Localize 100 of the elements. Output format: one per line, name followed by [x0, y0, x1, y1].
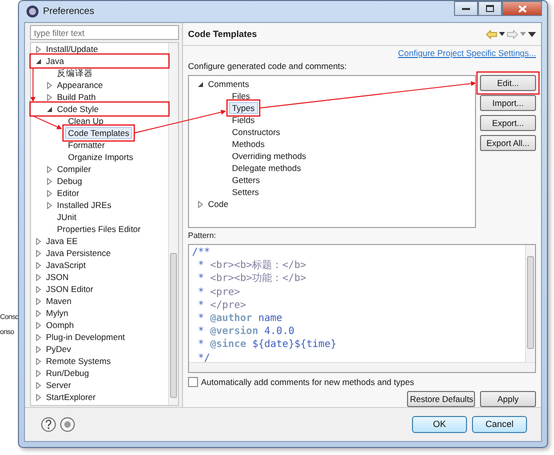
tree-item[interactable]: Mylyn	[43, 307, 72, 319]
collapsed-icon[interactable]	[34, 358, 42, 364]
tree-item[interactable]: Installed JREs	[54, 199, 114, 211]
annotation-arrow	[30, 68, 36, 102]
collapsed-icon[interactable]	[34, 382, 42, 388]
tree-item[interactable]: Install/Update	[43, 43, 101, 55]
apply-button[interactable]: Apply	[480, 391, 536, 408]
restore-defaults-button[interactable]: Restore Defaults	[407, 391, 475, 408]
tree-item[interactable]: Appearance	[54, 79, 106, 91]
tree-label: Configure generated code and comments:	[188, 61, 348, 72]
highlight-box	[476, 71, 540, 95]
maximize-icon	[486, 5, 494, 12]
tree-item[interactable]: JSON Editor	[43, 283, 96, 295]
minimize-icon	[462, 7, 470, 10]
tree-item[interactable]: Code Style	[54, 103, 102, 115]
scrollbar[interactable]	[525, 245, 535, 362]
collapsed-icon[interactable]	[46, 178, 52, 184]
pattern-editor[interactable]: /** * <br><b>标题：</b> * <br><b>功能：</b> * <pre> * </pre> * @author name * @version 4.0.0 * @since ${date}${time} */	[188, 244, 536, 373]
record-icon[interactable]	[60, 417, 75, 432]
tree-item[interactable]: Editor	[54, 187, 82, 199]
tree-item[interactable]: PyDev	[43, 343, 74, 355]
help-icon[interactable]	[41, 417, 56, 432]
tree-item[interactable]: Run/Debug	[43, 367, 92, 379]
collapsed-icon[interactable]	[34, 238, 42, 244]
action-button[interactable]: Export...	[480, 115, 536, 131]
tree-item[interactable]: JSON	[43, 271, 72, 283]
tree-item[interactable]: Java EE	[43, 235, 81, 247]
tree-item[interactable]: Organize Imports	[65, 151, 136, 163]
tree-item[interactable]: Code	[205, 198, 232, 210]
collapsed-icon[interactable]	[46, 166, 52, 172]
pattern-label: Pattern:	[188, 230, 218, 241]
collapsed-icon[interactable]	[46, 94, 52, 100]
ok-button[interactable]: OK	[412, 416, 467, 433]
tree-item[interactable]: Setters	[229, 186, 262, 198]
collapsed-icon[interactable]	[34, 310, 42, 316]
collapsed-icon[interactable]	[34, 46, 42, 52]
code-line: /**	[192, 246, 212, 260]
collapsed-icon[interactable]	[46, 190, 52, 196]
edit-button[interactable]: Edit...	[480, 75, 536, 91]
collapsed-icon[interactable]	[34, 370, 42, 376]
code-line: * <br><b>标题：</b>	[197, 259, 308, 272]
tree-item[interactable]: Compiler	[54, 163, 94, 175]
collapsed-icon[interactable]	[34, 262, 42, 268]
tree-item[interactable]: Files	[229, 90, 253, 102]
collapsed-icon[interactable]	[34, 250, 42, 256]
expanded-icon[interactable]	[46, 106, 52, 112]
maximize-button[interactable]	[478, 1, 502, 16]
tree-item[interactable]: Java Persistence	[43, 247, 114, 259]
tree-item[interactable]: Methods	[229, 138, 268, 150]
close-button[interactable]	[502, 1, 542, 16]
tree-item[interactable]: Fields	[229, 114, 258, 126]
collapsed-icon[interactable]	[34, 298, 42, 304]
collapsed-icon[interactable]	[34, 286, 42, 292]
checkbox[interactable]	[188, 377, 198, 388]
project-settings-link[interactable]: Configure Project Specific Settings...	[398, 48, 536, 59]
tree-item[interactable]: Server	[43, 379, 74, 391]
tree-item[interactable]: Delegate methods	[229, 162, 304, 174]
app-icon	[26, 5, 39, 18]
tree-item[interactable]: Constructors	[229, 126, 284, 138]
tree-item[interactable]: Plug-in Development	[43, 331, 128, 343]
scrollbar[interactable]	[168, 43, 178, 405]
tree-item[interactable]: Formatter	[65, 139, 108, 151]
tree-item[interactable]: 反编译器	[54, 67, 96, 79]
collapsed-icon[interactable]	[196, 200, 204, 208]
tree-item[interactable]: Build Path	[54, 91, 99, 103]
filter-field[interactable]: type filter text	[30, 25, 179, 40]
cancel-button[interactable]: Cancel	[472, 416, 527, 433]
action-button[interactable]: Import...	[480, 95, 536, 111]
tree-item[interactable]: StartExplorer	[43, 391, 99, 403]
minimize-button[interactable]	[454, 1, 478, 16]
menu-icon[interactable]	[528, 32, 536, 36]
horizontal-scrollbar[interactable]	[189, 362, 535, 372]
tree-item[interactable]: JUnit	[54, 211, 80, 223]
page-title: Code Templates	[188, 28, 257, 40]
tree-item[interactable]: Properties Files Editor	[54, 223, 144, 235]
code-line: * @version 4.0.0	[197, 325, 296, 338]
tree-item[interactable]: Maven	[43, 295, 75, 307]
tree-item[interactable]: Getters	[229, 174, 263, 186]
collapsed-icon[interactable]	[46, 82, 52, 88]
collapsed-icon[interactable]	[34, 334, 42, 340]
tree-item[interactable]: Java	[43, 55, 67, 67]
collapsed-icon[interactable]	[34, 322, 42, 328]
dropdown-icon[interactable]	[499, 32, 505, 36]
action-button[interactable]: Export All...	[480, 135, 536, 151]
expanded-icon[interactable]	[34, 58, 42, 64]
tree-item[interactable]: Code Templates	[65, 127, 132, 139]
collapsed-icon[interactable]	[46, 202, 52, 208]
tree-item[interactable]: Clean Up	[65, 115, 106, 127]
tree-item[interactable]: Overriding methods	[229, 150, 310, 162]
tree-item[interactable]: JavaScript	[43, 259, 89, 271]
collapsed-icon[interactable]	[34, 394, 42, 400]
tree-item[interactable]: Remote Systems	[43, 355, 114, 367]
window-title: Preferences	[43, 6, 94, 18]
tree-item[interactable]: Comments	[205, 78, 252, 90]
tree-item[interactable]: Debug	[54, 175, 86, 187]
expanded-icon[interactable]	[196, 80, 204, 88]
tree-item[interactable]: Types	[229, 102, 258, 114]
collapsed-icon[interactable]	[34, 346, 42, 352]
tree-item[interactable]: Oomph	[43, 319, 77, 331]
collapsed-icon[interactable]	[34, 274, 42, 280]
